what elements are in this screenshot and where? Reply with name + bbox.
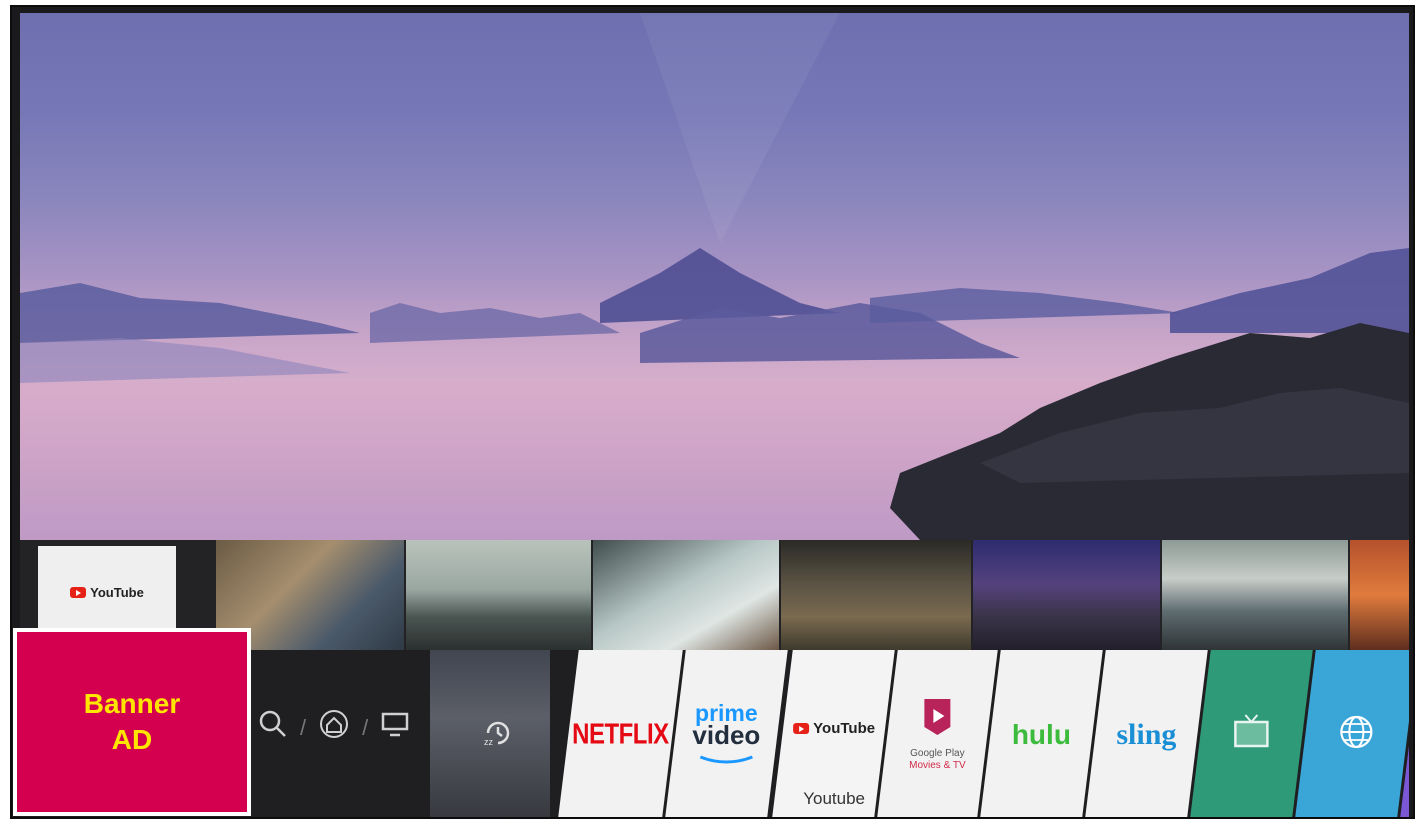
recent-history-icon[interactable]: zz [480,715,516,756]
globe-icon [1336,712,1376,757]
home-icon[interactable] [318,708,350,747]
google-play-movies-icon [920,697,954,742]
app-tile-sling[interactable]: sling [1085,650,1208,817]
video-thumbnail-scene[interactable] [781,540,971,650]
banner-ad-text: Banner AD [83,688,181,755]
tv-icon [1231,712,1271,757]
video-thumbnail-letter[interactable] [593,540,779,650]
banner-ad[interactable]: Banner AD [13,628,251,816]
app-tile-live-tv[interactable] [1190,650,1313,817]
svg-text:zz: zz [484,737,494,747]
netflix-logo: NETFLIX [572,717,669,751]
app-tile-hulu[interactable]: hulu [980,650,1103,817]
youtube-play-icon [793,723,810,734]
divider: / [362,714,369,740]
youtube-logo: YouTube [793,720,875,737]
hero-wallpaper [20,13,1409,540]
youtube-card-label: YouTube [90,584,144,600]
video-thumbnail-skyline[interactable] [406,540,591,650]
launcher-nav: / / [258,708,410,747]
app-tile-google-play-movies[interactable]: Google Play Movies & TV [877,650,998,817]
video-thumbnail-podcast[interactable] [1162,540,1348,650]
divider: / [300,714,307,740]
monitor-icon[interactable] [380,709,410,746]
focused-app-label: Youtube [803,789,866,808]
youtube-play-icon [70,586,87,598]
search-icon[interactable] [258,709,288,746]
app-tile-youtube[interactable]: YouTube Youtube [772,650,897,817]
youtube-card[interactable]: YouTube [38,546,176,638]
app-tile-prime-video[interactable]: prime video [665,650,788,817]
video-thumbnail-partial[interactable] [1350,540,1409,650]
hulu-logo: hulu [1011,718,1071,750]
app-tile-netflix[interactable]: NETFLIX [558,650,683,817]
video-thumbnail-stage[interactable] [973,540,1160,650]
prime-video-logo: prime video [692,700,760,768]
app-tile-web-browser[interactable] [1295,650,1409,817]
sling-logo: sling [1116,717,1177,751]
